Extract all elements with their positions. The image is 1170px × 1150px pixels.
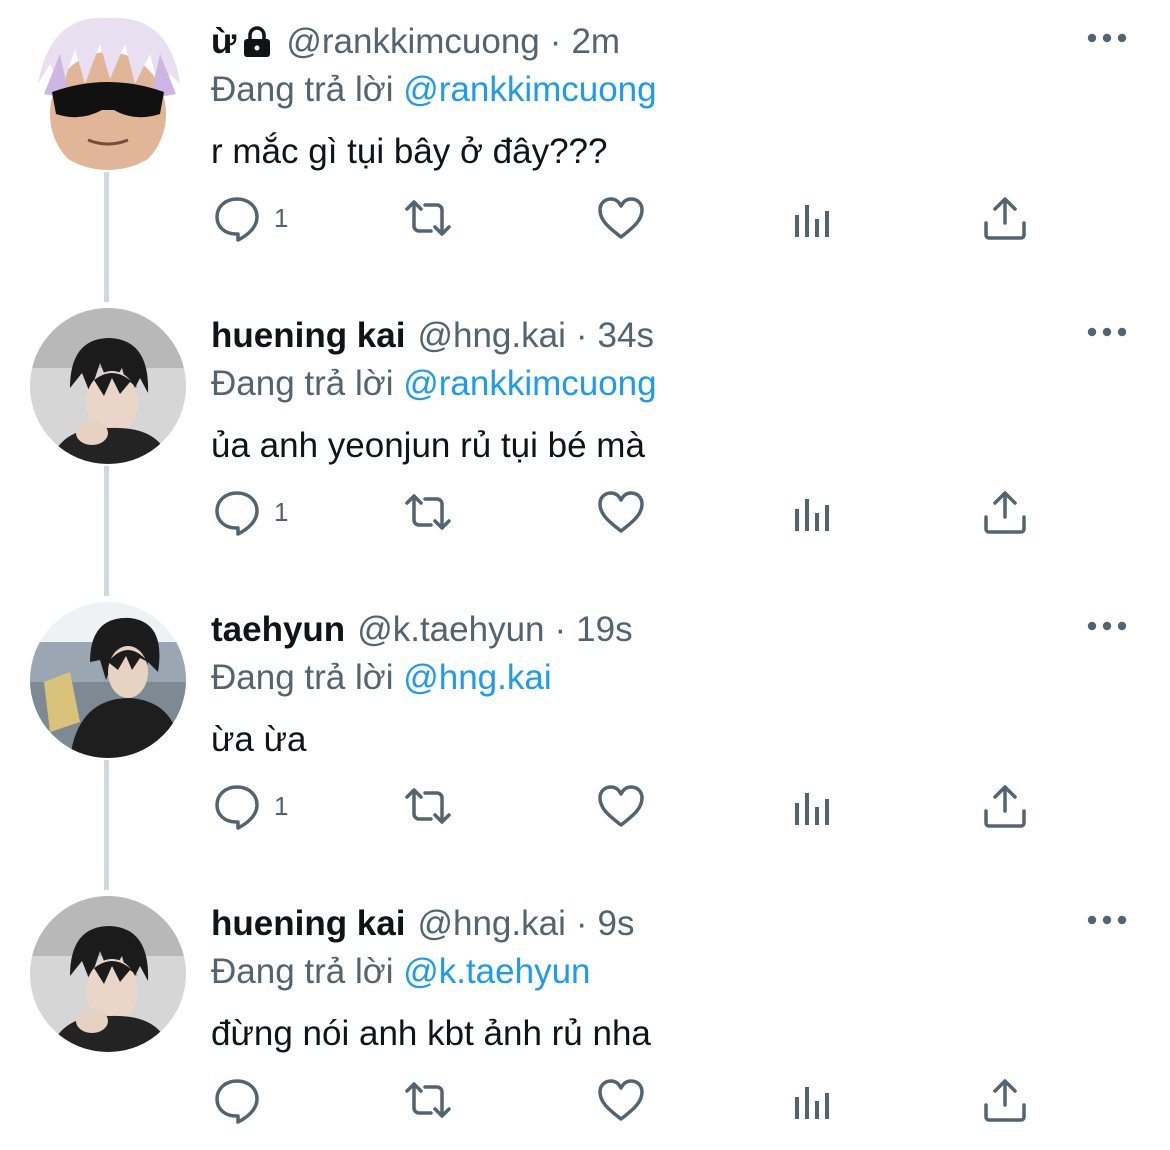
- analytics-icon: [788, 487, 838, 537]
- avatar-image: [30, 602, 186, 758]
- reply-button[interactable]: [212, 1070, 274, 1130]
- display-name[interactable]: ừ: [211, 22, 236, 62]
- action-bar: 1: [0, 482, 1170, 542]
- action-bar: 1: [0, 188, 1170, 248]
- reply-prefix: Đang trả lời: [211, 952, 394, 991]
- timestamp[interactable]: 2m: [571, 22, 620, 62]
- more-icon[interactable]: [1086, 28, 1128, 48]
- share-button[interactable]: [980, 482, 1030, 542]
- reply-mention-link[interactable]: @k.taehyun: [403, 952, 590, 991]
- timestamp[interactable]: 19s: [576, 610, 632, 650]
- tweet-text: ừa ừa: [211, 720, 307, 759]
- retweet-icon: [403, 1075, 453, 1125]
- separator-dot: ·: [549, 22, 562, 61]
- avatar-image: [30, 896, 186, 1052]
- tweet[interactable]: taehyun @k.taehyun · 19s Đang trả lời @h…: [0, 588, 1170, 882]
- analytics-icon: [788, 1075, 838, 1125]
- more-icon[interactable]: [1086, 910, 1128, 930]
- reply-context: Đang trả lời @rankkimcuong: [211, 70, 657, 110]
- reply-prefix: Đang trả lời: [211, 364, 394, 403]
- reply-button[interactable]: 1: [212, 188, 288, 248]
- reply-context: Đang trả lời @k.taehyun: [211, 952, 591, 992]
- like-button[interactable]: [596, 1070, 646, 1130]
- separator-dot: ·: [575, 904, 588, 943]
- reply-icon: [212, 1075, 262, 1125]
- tweet-text: r mắc gì tụi bây ở đây???: [211, 132, 608, 171]
- like-button[interactable]: [596, 482, 646, 542]
- analytics-icon: [788, 781, 838, 831]
- user-handle[interactable]: @k.taehyun: [357, 610, 544, 650]
- avatar[interactable]: [30, 602, 186, 758]
- heart-icon: [596, 1075, 646, 1125]
- timestamp[interactable]: 9s: [598, 904, 635, 944]
- reply-count: 1: [274, 202, 289, 233]
- share-icon: [980, 487, 1030, 537]
- action-bar: 1: [0, 776, 1170, 836]
- retweet-icon: [403, 193, 453, 243]
- avatar[interactable]: [30, 896, 186, 1052]
- retweet-button[interactable]: [403, 776, 453, 836]
- display-name[interactable]: taehyun: [211, 610, 345, 650]
- display-name[interactable]: huening kai: [211, 316, 405, 356]
- reply-button[interactable]: 1: [212, 776, 288, 836]
- share-button[interactable]: [980, 1070, 1030, 1130]
- reply-mention-link[interactable]: @rankkimcuong: [403, 70, 656, 109]
- reply-icon: [212, 193, 262, 243]
- lock-icon: [242, 25, 272, 59]
- reply-prefix: Đang trả lời: [211, 70, 394, 109]
- retweet-button[interactable]: [403, 188, 453, 248]
- share-icon: [980, 193, 1030, 243]
- heart-icon: [596, 193, 646, 243]
- user-handle[interactable]: @hng.kai: [417, 904, 565, 944]
- retweet-button[interactable]: [403, 482, 453, 542]
- retweet-icon: [403, 781, 453, 831]
- like-button[interactable]: [596, 188, 646, 248]
- reply-count: 1: [274, 790, 289, 821]
- like-button[interactable]: [596, 776, 646, 836]
- reply-icon: [212, 487, 262, 537]
- avatar[interactable]: [30, 308, 186, 464]
- tweet-text: ủa anh yeonjun rủ tụi bé mà: [211, 426, 645, 465]
- avatar-image: [30, 308, 186, 464]
- heart-icon: [596, 781, 646, 831]
- share-icon: [980, 781, 1030, 831]
- views-button[interactable]: [788, 776, 838, 836]
- views-button[interactable]: [788, 188, 838, 248]
- reply-count: 1: [274, 496, 289, 527]
- tweet[interactable]: huening kai @hng.kai · 34s Đang trả lời …: [0, 294, 1170, 588]
- share-icon: [980, 1075, 1030, 1125]
- action-bar: [0, 1070, 1170, 1130]
- separator-dot: ·: [554, 610, 567, 649]
- retweet-icon: [403, 487, 453, 537]
- retweet-button[interactable]: [403, 1070, 453, 1130]
- analytics-icon: [788, 193, 838, 243]
- share-button[interactable]: [980, 188, 1030, 248]
- views-button[interactable]: [788, 1070, 838, 1130]
- user-handle[interactable]: @hng.kai: [417, 316, 565, 356]
- reply-button[interactable]: 1: [212, 482, 288, 542]
- tweet[interactable]: ừ @rankkimcuong · 2m Đang trả lời @rankk…: [0, 0, 1170, 294]
- reply-context: Đang trả lời @rankkimcuong: [211, 364, 657, 404]
- display-name[interactable]: huening kai: [211, 904, 405, 944]
- reply-mention-link[interactable]: @rankkimcuong: [403, 364, 656, 403]
- separator-dot: ·: [575, 316, 588, 355]
- reply-prefix: Đang trả lời: [211, 658, 394, 697]
- reply-icon: [212, 781, 262, 831]
- avatar-image: [30, 14, 186, 170]
- share-button[interactable]: [980, 776, 1030, 836]
- more-icon[interactable]: [1086, 616, 1128, 636]
- more-icon[interactable]: [1086, 322, 1128, 342]
- avatar[interactable]: [30, 14, 186, 170]
- user-handle[interactable]: @rankkimcuong: [286, 22, 539, 62]
- heart-icon: [596, 487, 646, 537]
- tweet-text: đừng nói anh kbt ảnh rủ nha: [211, 1014, 651, 1053]
- reply-mention-link[interactable]: @hng.kai: [403, 658, 551, 697]
- tweet[interactable]: huening kai @hng.kai · 9s Đang trả lời @…: [0, 882, 1170, 1150]
- reply-context: Đang trả lời @hng.kai: [211, 658, 552, 698]
- timestamp[interactable]: 34s: [598, 316, 654, 356]
- views-button[interactable]: [788, 482, 838, 542]
